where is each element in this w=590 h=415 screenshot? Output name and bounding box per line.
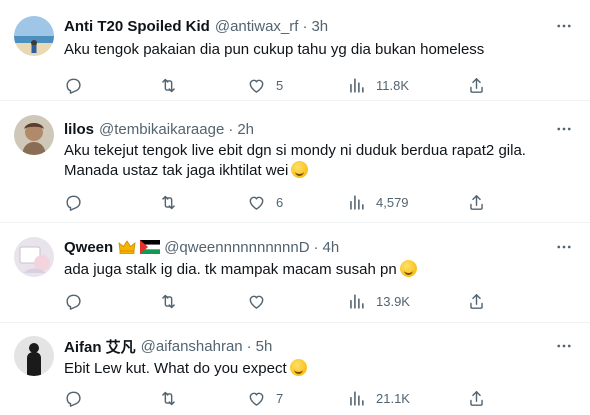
- tweet[interactable]: Qween @qweennnnnnnnnnD · 4h ada juga sta…: [0, 223, 590, 323]
- tweet[interactable]: lilos @tembikaikaraage · 2h Aku tekejut …: [0, 101, 590, 223]
- tweet-header: Aifan 艾凡 @aifanshahran · 5h: [64, 335, 272, 357]
- timestamp[interactable]: 4h: [323, 239, 340, 256]
- tweet-text-line: Manada ustaz tak jaga ikhtilat wei: [64, 161, 576, 181]
- views-icon: [347, 76, 366, 95]
- tweet[interactable]: Aifan 艾凡 @aifanshahran · 5h Ebit Lew kut…: [0, 323, 590, 415]
- reply-icon: [64, 389, 83, 408]
- tweet-text-line: Aku tekejut tengok live ebit dgn si mond…: [64, 142, 526, 159]
- like-icon: [247, 292, 266, 311]
- separator: ·: [228, 120, 234, 138]
- share-button[interactable]: [467, 387, 486, 409]
- user-handle[interactable]: @antiwax_rf: [215, 18, 299, 35]
- tweet-text-segment: Ebit Lew kut. What do you expect: [64, 360, 287, 377]
- user-handle[interactable]: @aifanshahran: [141, 338, 243, 355]
- user-handle[interactable]: @qweennnnnnnnnnD: [164, 239, 309, 256]
- reply-button[interactable]: [64, 74, 93, 96]
- share-button[interactable]: [467, 191, 486, 213]
- views-count: 4,579: [376, 194, 409, 210]
- action-bar: 7 21.1K: [64, 387, 494, 409]
- reply-button[interactable]: [64, 290, 93, 312]
- tweet-text-segment: Manada ustaz tak jaga ikhtilat wei: [64, 162, 289, 179]
- like-count: 7: [276, 390, 284, 406]
- retweet-button[interactable]: [159, 74, 188, 96]
- like-count: 5: [276, 77, 284, 93]
- user-handle[interactable]: @tembikaikaraage: [99, 121, 224, 138]
- reply-icon: [64, 193, 83, 212]
- like-icon: [247, 389, 266, 408]
- tweet-text: Aku tengok pakaian dia pun cukup tahu yg…: [64, 41, 485, 58]
- like-icon: [247, 76, 266, 95]
- views-icon: [347, 389, 366, 408]
- tweet[interactable]: Anti T20 Spoiled Kid @antiwax_rf · 3h Ak…: [0, 0, 590, 101]
- reply-button[interactable]: [64, 191, 93, 213]
- more-icon[interactable]: [552, 335, 576, 357]
- action-bar: 6 4,579: [64, 191, 494, 213]
- views-count: 13.9K: [376, 293, 410, 309]
- like-button[interactable]: 5: [247, 74, 283, 96]
- retweet-button[interactable]: [159, 290, 188, 312]
- more-icon[interactable]: [552, 236, 576, 258]
- retweet-icon: [159, 389, 178, 408]
- retweet-icon: [159, 292, 178, 311]
- views-button[interactable]: 11.8K: [347, 74, 409, 96]
- avatar[interactable]: [14, 336, 54, 376]
- rolling-laughing-emoji-icon: [291, 161, 309, 178]
- like-count: 6: [276, 194, 284, 210]
- views-button[interactable]: 13.9K: [347, 290, 410, 312]
- more-icon[interactable]: [552, 118, 576, 140]
- palestine-flag-icon: [140, 240, 161, 254]
- action-bar: 13.9K: [64, 290, 494, 312]
- timestamp[interactable]: 2h: [237, 121, 254, 138]
- tweet-header: Qween @qweennnnnnnnnnD · 4h: [64, 236, 339, 258]
- share-icon: [467, 76, 486, 95]
- views-count: 11.8K: [376, 77, 410, 93]
- reply-button[interactable]: [64, 387, 93, 409]
- display-name[interactable]: Aifan 艾凡: [64, 336, 136, 357]
- retweet-icon: [159, 76, 178, 95]
- reply-icon: [64, 76, 83, 95]
- grinning-sweat-emoji-icon: [399, 260, 417, 277]
- rolling-laughing-emoji-icon: [289, 359, 307, 376]
- action-bar: 5 11.8K: [64, 74, 494, 96]
- tweet-text: Ebit Lew kut. What do you expect: [64, 359, 576, 379]
- tweet-text: ada juga stalk ig dia. tk mampak macam s…: [64, 260, 576, 280]
- tweet-text-segment: ada juga stalk ig dia. tk mampak macam s…: [64, 261, 397, 278]
- share-icon: [467, 292, 486, 311]
- retweet-icon: [159, 193, 178, 212]
- views-button[interactable]: 21.1K: [347, 387, 410, 409]
- tweet-header: Anti T20 Spoiled Kid @antiwax_rf · 3h: [64, 15, 328, 37]
- display-name[interactable]: lilos: [64, 121, 94, 138]
- share-icon: [467, 193, 486, 212]
- avatar[interactable]: [14, 16, 54, 56]
- share-button[interactable]: [467, 74, 486, 96]
- timestamp[interactable]: 5h: [256, 338, 273, 355]
- views-button[interactable]: 4,579: [347, 191, 409, 213]
- avatar[interactable]: [14, 237, 54, 277]
- share-button[interactable]: [467, 290, 486, 312]
- tweet-text: Aku tekejut tengok live ebit dgn si mond…: [64, 141, 576, 181]
- like-button[interactable]: [247, 290, 276, 312]
- tweet-header: lilos @tembikaikaraage · 2h: [64, 118, 254, 140]
- share-icon: [467, 389, 486, 408]
- more-icon[interactable]: [552, 15, 576, 37]
- separator: ·: [246, 337, 252, 355]
- retweet-button[interactable]: [159, 191, 188, 213]
- views-count: 21.1K: [376, 390, 410, 406]
- timestamp[interactable]: 3h: [311, 18, 328, 35]
- views-icon: [347, 193, 366, 212]
- like-button[interactable]: 6: [247, 191, 283, 213]
- like-button[interactable]: 7: [247, 387, 283, 409]
- display-name[interactable]: Qween: [64, 239, 113, 256]
- like-icon: [247, 193, 266, 212]
- crown-icon: [118, 239, 136, 255]
- separator: ·: [313, 238, 319, 256]
- retweet-button[interactable]: [159, 387, 188, 409]
- separator: ·: [302, 17, 308, 35]
- views-icon: [347, 292, 366, 311]
- display-name[interactable]: Anti T20 Spoiled Kid: [64, 18, 210, 35]
- reply-icon: [64, 292, 83, 311]
- avatar[interactable]: [14, 115, 54, 155]
